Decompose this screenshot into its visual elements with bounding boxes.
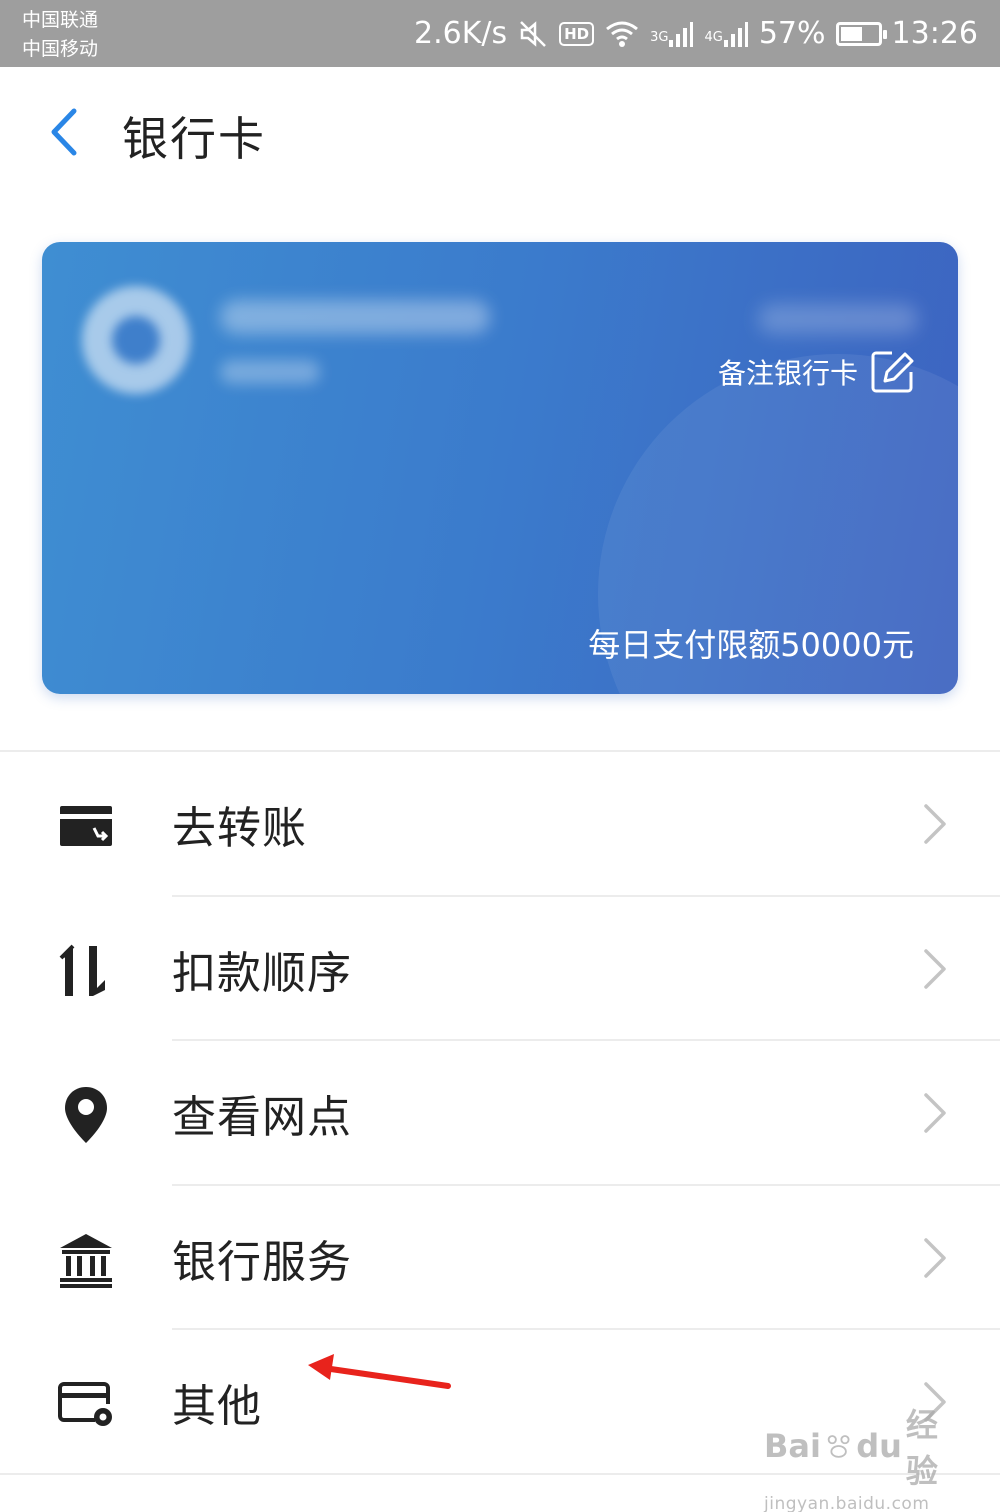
chevron-right-icon: [924, 1093, 946, 1133]
menu-item-deduction-order[interactable]: 扣款顺序: [0, 897, 1000, 1041]
page-header: 银行卡: [0, 67, 1000, 207]
daily-limit: 每日支付限额50000元: [588, 626, 914, 664]
page-title: 银行卡: [122, 112, 266, 166]
bank-building-icon: [56, 1230, 116, 1290]
net-3g-label: 3G: [650, 29, 669, 45]
chevron-left-icon: [51, 108, 77, 156]
carrier-1: 中国联通: [22, 9, 99, 31]
net-4g-label: 4G: [704, 29, 723, 45]
menu-item-transfer[interactable]: 去转账: [0, 752, 1000, 897]
wallet-transfer-icon: [56, 796, 116, 856]
status-bar: 中国联通 中国移动 2.6K/s HD 3G 4G 57% 13:26: [0, 0, 1000, 67]
menu-item-label: 去转账: [172, 803, 307, 854]
card-actions-menu: 去转账 扣款顺序 查看网点 银行服务 其他: [0, 752, 1000, 1475]
carrier-info: 中国联通 中国移动: [22, 6, 98, 64]
location-pin-icon: [56, 1085, 116, 1145]
card-settings-icon: [56, 1374, 116, 1434]
hd-icon: HD: [559, 21, 595, 46]
watermark-brand-cn: 经验: [905, 1406, 938, 1490]
menu-item-label: 查看网点: [172, 1092, 352, 1143]
watermark-url: jingyan.baidu.com: [764, 1494, 930, 1512]
mute-icon: [517, 18, 549, 50]
bank-name-blurred: [220, 300, 490, 334]
status-icons: 2.6K/s HD 3G 4G 57% 13:26: [414, 0, 978, 67]
wifi-icon: [604, 19, 640, 49]
menu-item-bank-service[interactable]: 银行服务: [0, 1186, 1000, 1330]
annotation-arrow-icon: [308, 1354, 451, 1389]
battery-icon: [835, 21, 887, 46]
bank-logo: [82, 286, 190, 394]
remark-card-button[interactable]: 备注银行卡: [718, 350, 916, 394]
signal-4g-icon: 4G: [704, 20, 748, 48]
battery-percent: 57%: [758, 16, 826, 51]
carrier-2: 中国移动: [22, 38, 99, 60]
card-type-blurred: [220, 360, 320, 384]
bank-card[interactable]: 备注银行卡 每日支付限额50000元: [42, 242, 958, 694]
chevron-right-icon: [924, 804, 946, 844]
network-speed: 2.6K/s: [413, 16, 508, 51]
chevron-right-icon: [924, 948, 946, 989]
baidu-watermark: Bai du 经验 jingyan.baidu.com: [764, 1400, 964, 1512]
remark-label: 备注银行卡: [717, 357, 858, 390]
paw-icon: [827, 1435, 850, 1458]
sort-order-icon: [56, 941, 116, 1001]
watermark-brand-suffix: du: [856, 1427, 902, 1465]
card-number-blurred: [758, 304, 918, 334]
clock: 13:26: [891, 16, 978, 51]
battery-fill: [840, 26, 862, 41]
menu-item-label: 其他: [172, 1381, 262, 1432]
watermark-brand: Bai du 经验: [764, 1400, 964, 1492]
back-button[interactable]: [36, 105, 90, 159]
chevron-right-icon: [924, 1237, 946, 1278]
menu-item-label: 银行服务: [172, 1236, 352, 1288]
menu-item-label: 扣款顺序: [172, 947, 352, 999]
signal-3g-icon: 3G: [650, 20, 694, 48]
menu-item-view-branches[interactable]: 查看网点: [0, 1041, 1000, 1186]
edit-icon: [870, 350, 916, 394]
watermark-brand-text: Bai: [764, 1427, 821, 1465]
